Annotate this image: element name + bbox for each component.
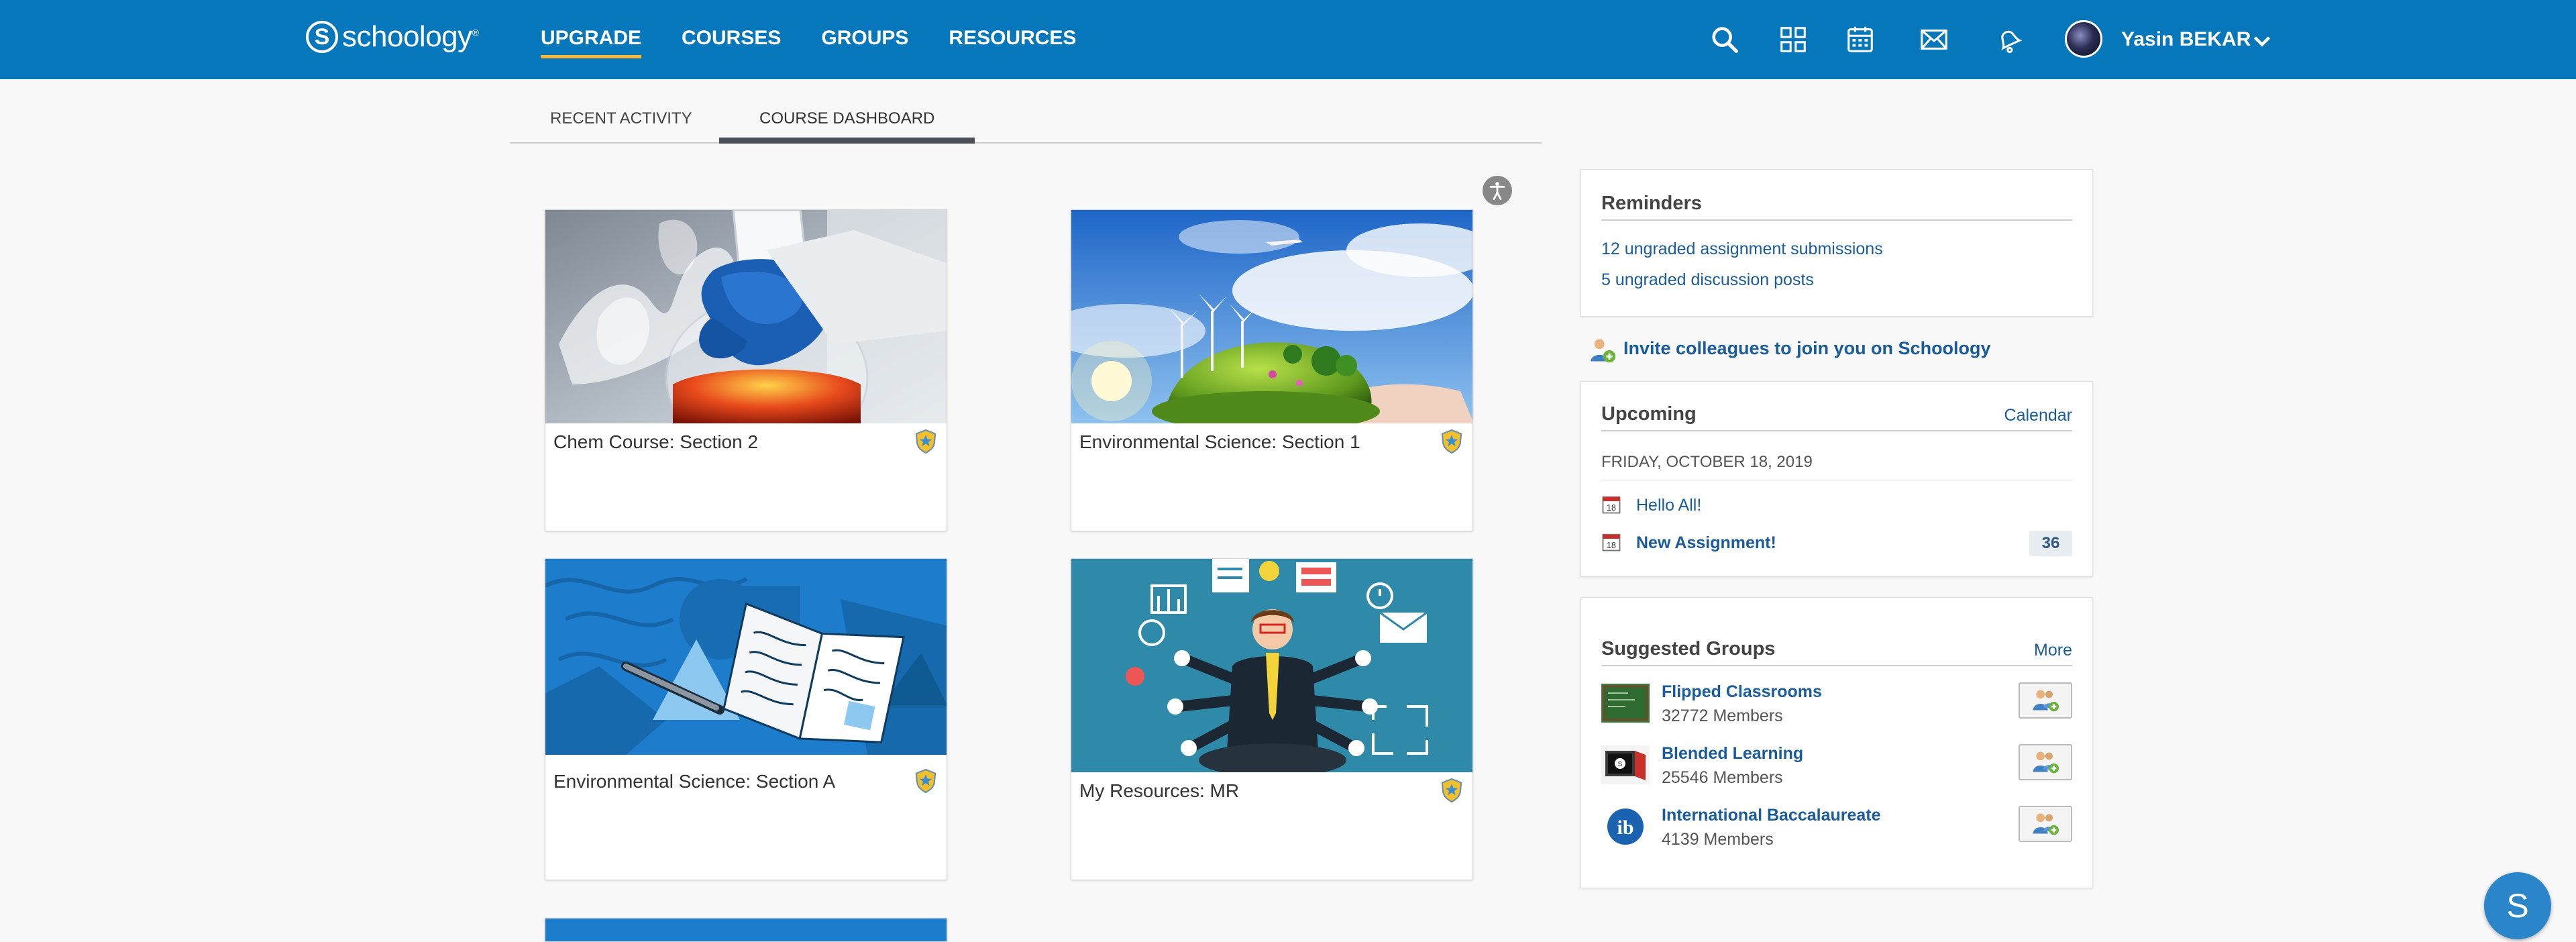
shield-badge-icon <box>915 768 936 794</box>
dashboard-tabs: RECENT ACTIVITY COURSE DASHBOARD <box>510 102 1542 144</box>
reminder-ungraded-submissions[interactable]: 12 ungraded assignment submissions <box>1601 240 1883 259</box>
logo-trademark: ® <box>472 27 479 38</box>
calendar-icon[interactable] <box>1843 23 1877 56</box>
svg-text:ib: ib <box>1617 817 1633 839</box>
earth-in-hand-image[interactable] <box>1071 210 1472 423</box>
more-groups-link[interactable]: More <box>2034 641 2072 660</box>
tab-course-dashboard[interactable]: COURSE DASHBOARD <box>719 109 975 144</box>
apps-grid-icon[interactable] <box>1776 23 1810 56</box>
notifications-icon[interactable] <box>1992 23 2026 56</box>
svg-text:S: S <box>1618 761 1623 768</box>
course-card-partial[interactable] <box>545 918 947 942</box>
divider <box>1601 665 2072 666</box>
mail-icon[interactable] <box>1917 23 1951 56</box>
search-icon[interactable] <box>1708 23 1741 56</box>
reminders-title: Reminders <box>1601 193 1702 214</box>
nav-groups[interactable]: GROUPS <box>821 27 908 58</box>
flipped-classrooms-thumbnail[interactable] <box>1601 684 1650 723</box>
join-group-button[interactable] <box>2019 806 2072 842</box>
course-card-my-resources[interactable]: My Resources: MR <box>1071 558 1473 880</box>
user-avatar[interactable] <box>2065 20 2102 58</box>
calendar-day: 18 <box>1607 503 1616 513</box>
nav-courses[interactable]: COURSES <box>682 27 781 58</box>
logo-mark: S <box>306 21 338 53</box>
course-card-image[interactable] <box>545 919 947 941</box>
course-title[interactable]: My Resources: MR <box>1079 780 1239 802</box>
join-group-icon <box>2033 690 2059 712</box>
reminder-ungraded-discussions[interactable]: 5 ungraded discussion posts <box>1601 270 1814 290</box>
invite-colleagues-link[interactable]: Invite colleagues to join you on Schoolo… <box>1623 338 1991 359</box>
event-new-assignment[interactable]: New Assignment! <box>1636 533 1776 553</box>
nav-upgrade[interactable]: UPGRADE <box>541 27 642 58</box>
user-name[interactable]: Yasin BEKAR <box>2121 28 2251 51</box>
course-title[interactable]: Chem Course: Section 2 <box>553 431 758 453</box>
multitasking-teacher-image[interactable] <box>1071 559 1472 772</box>
shield-badge-icon <box>1441 778 1462 803</box>
logo-wordmark: schoology <box>342 20 472 53</box>
suggested-groups-panel: Suggested Groups More Flipped Classrooms… <box>1580 597 2093 888</box>
shield-badge-icon <box>915 429 936 454</box>
international-baccalaureate-logo[interactable]: ib <box>1601 807 1650 846</box>
course-title[interactable]: Environmental Science: Section 1 <box>1079 431 1360 453</box>
reminders-panel: Reminders 12 ungraded assignment submiss… <box>1580 169 2093 317</box>
event-hello-all[interactable]: Hello All! <box>1636 496 1701 515</box>
group-member-count: 4139 Members <box>1662 830 1774 849</box>
upcoming-date: FRIDAY, OCTOBER 18, 2019 <box>1601 453 1813 471</box>
upcoming-panel: Upcoming Calendar FRIDAY, OCTOBER 18, 20… <box>1580 381 2093 577</box>
calendar-day: 18 <box>1607 541 1616 550</box>
open-book-image[interactable] <box>545 559 947 755</box>
shield-badge-icon <box>1441 429 1462 454</box>
nav-resources[interactable]: RESOURCES <box>949 27 1076 58</box>
course-card-chem[interactable]: Chem Course: Section 2 <box>545 209 947 531</box>
suggested-groups-title: Suggested Groups <box>1601 638 1776 660</box>
top-navigation-bar: S schoology® UPGRADE COURSES GROUPS RESO… <box>0 0 2576 79</box>
course-card-environmental-science-section-a[interactable]: Environmental Science: Section A <box>545 558 947 880</box>
calendar-link[interactable]: Calendar <box>2004 406 2072 425</box>
join-group-button[interactable] <box>2019 682 2072 719</box>
chemistry-flask-image[interactable] <box>545 210 947 423</box>
blended-learning-thumbnail[interactable]: S <box>1601 745 1650 784</box>
main-nav: UPGRADE COURSES GROUPS RESOURCES <box>541 27 1116 58</box>
group-flipped-classrooms[interactable]: Flipped Classrooms <box>1662 682 1822 702</box>
group-blended-learning[interactable]: Blended Learning <box>1662 744 1803 764</box>
submission-count-badge[interactable]: 36 <box>2029 531 2072 556</box>
join-group-icon <box>2033 813 2059 835</box>
course-title[interactable]: Environmental Science: Section A <box>553 771 835 792</box>
group-member-count: 25546 Members <box>1662 768 1783 787</box>
upcoming-title: Upcoming <box>1601 403 1697 425</box>
schoology-chat-button[interactable]: S <box>2484 872 2551 939</box>
course-card-environmental-science-section-1[interactable]: Environmental Science: Section 1 <box>1071 209 1473 531</box>
logo-text: schoology® <box>342 20 479 54</box>
invite-user-icon[interactable] <box>1587 335 1617 365</box>
accessibility-icon[interactable] <box>1483 176 1512 205</box>
calendar-event-icon: 18 <box>1602 533 1621 552</box>
group-international-baccalaureate[interactable]: International Baccalaureate <box>1662 806 1881 825</box>
divider <box>1601 430 2072 431</box>
join-group-button[interactable] <box>2019 744 2072 780</box>
schoology-logo[interactable]: S schoology® <box>306 20 479 54</box>
join-group-icon <box>2033 751 2059 774</box>
chevron-down-icon[interactable] <box>2250 30 2274 54</box>
calendar-event-icon: 18 <box>1602 496 1621 514</box>
divider <box>1601 219 2072 221</box>
tab-recent-activity[interactable]: RECENT ACTIVITY <box>510 109 733 144</box>
group-member-count: 32772 Members <box>1662 706 1783 725</box>
